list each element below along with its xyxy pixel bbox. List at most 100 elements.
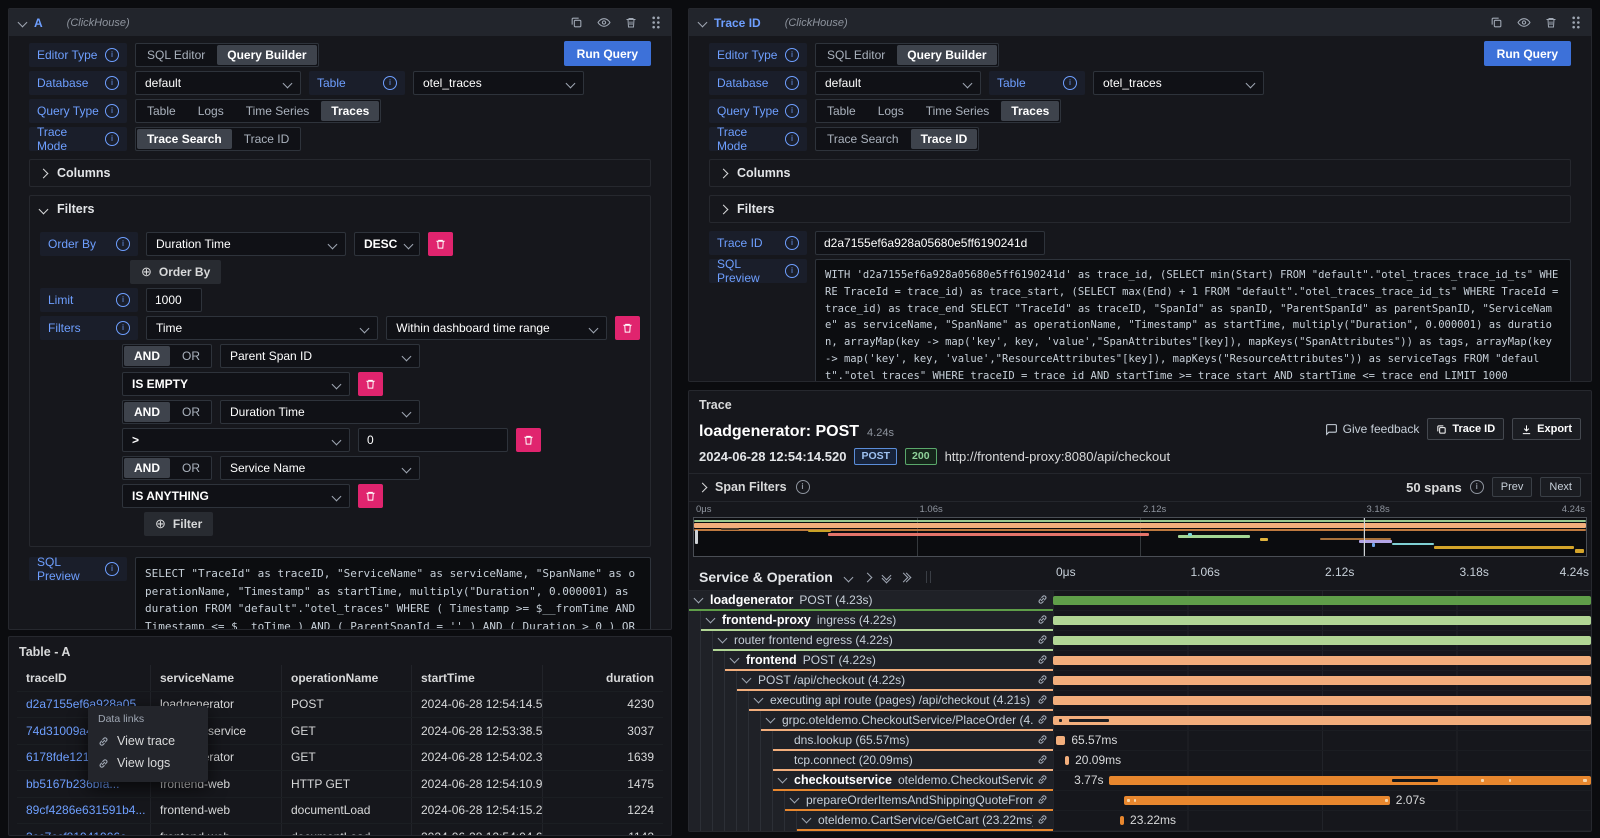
span-link-icon[interactable] (1033, 774, 1053, 785)
remove-filter-trash-icon[interactable] (358, 372, 383, 396)
span-gantt-cell[interactable] (1053, 711, 1591, 731)
hide-query-eye-icon[interactable] (597, 16, 611, 29)
table-select[interactable]: otel_traces (413, 71, 584, 95)
tab-sql-editor[interactable]: SQL Editor (136, 44, 216, 66)
span-row[interactable]: frontend-proxyingress (4.22s) (689, 611, 1591, 631)
span-name-cell[interactable]: grpc.oteldemo.CheckoutService/PlaceOrder… (689, 711, 1053, 731)
span-name-cell[interactable]: loadgeneratorPOST (4.23s) (689, 591, 1053, 611)
trace-minimap[interactable] (693, 517, 1587, 557)
delete-query-trash-icon[interactable] (1545, 16, 1557, 29)
hide-query-eye-icon[interactable] (1517, 16, 1531, 29)
give-feedback-button[interactable]: Give feedback (1325, 422, 1420, 436)
span-gantt-cell[interactable] (1053, 591, 1591, 611)
order-by-field-select[interactable]: Duration Time (146, 232, 346, 256)
remove-filter-trash-icon[interactable] (615, 316, 640, 340)
span-link-icon[interactable] (1033, 814, 1053, 825)
table-cell-traceID[interactable]: 89cf4286e631591b4... (17, 798, 151, 824)
database-select[interactable]: default (815, 71, 981, 95)
and-option[interactable]: AND (124, 402, 170, 422)
remove-filter-trash-icon[interactable] (516, 428, 541, 452)
span-name-cell[interactable]: frontend-proxyingress (4.22s) (689, 611, 1053, 631)
tab-sql-editor[interactable]: SQL Editor (816, 44, 896, 66)
span-link-icon[interactable] (1033, 614, 1053, 625)
span-link-icon[interactable] (1033, 674, 1053, 685)
tab-logs[interactable]: Logs (867, 100, 915, 122)
chevron-down-icon[interactable] (718, 634, 728, 644)
chevron-down-icon[interactable] (802, 814, 812, 824)
span-gantt-cell[interactable]: 3.77s (1053, 771, 1591, 791)
span-link-icon[interactable] (1033, 594, 1053, 605)
collapse-all-icon[interactable] (883, 574, 890, 580)
table-header-operationName[interactable]: operationName (282, 665, 412, 691)
chevron-down-icon[interactable] (790, 794, 800, 804)
filter-operator-select[interactable]: > (122, 428, 350, 452)
span-row[interactable]: router frontend egress (4.22s) (689, 631, 1591, 651)
chevron-down-icon[interactable] (778, 774, 788, 784)
chevron-right-icon[interactable] (698, 482, 708, 492)
or-option[interactable]: OR (171, 457, 211, 479)
span-row[interactable]: tcp.connect (20.09ms)20.09ms (689, 751, 1591, 771)
trace-id-copy-button[interactable]: Trace ID (1427, 418, 1504, 440)
tab-trace-search[interactable]: Trace Search (137, 129, 232, 149)
delete-query-trash-icon[interactable] (625, 16, 637, 29)
span-row[interactable]: prepareOrderItemsAndShippingQuoteFromCar… (689, 791, 1591, 811)
tab-time-series[interactable]: Time Series (235, 100, 321, 122)
trace-id-input[interactable]: d2a7155ef6a928a05680e5ff6190241d (815, 231, 1045, 255)
filter-field-select[interactable]: Duration Time (220, 400, 420, 424)
filter-field-select[interactable]: Time (146, 316, 378, 340)
span-link-icon[interactable] (1033, 714, 1053, 725)
span-gantt-cell[interactable] (1053, 671, 1591, 691)
limit-input[interactable]: 1000 (146, 288, 202, 312)
filter-operator-select[interactable]: IS ANYTHING (122, 484, 350, 508)
span-gantt-cell[interactable] (1053, 611, 1591, 631)
span-row[interactable]: frontendPOST (4.22s) (689, 651, 1591, 671)
span-gantt-cell[interactable] (1053, 631, 1591, 651)
column-resize-handle[interactable] (926, 571, 931, 583)
table-select[interactable]: otel_traces (1093, 71, 1264, 95)
view-logs-link[interactable]: View logs (98, 752, 198, 774)
tab-traces[interactable]: Traces (1001, 101, 1059, 121)
chevron-down-icon[interactable] (766, 714, 776, 724)
filter-field-select[interactable]: Service Name (220, 456, 420, 480)
span-gantt-cell[interactable]: 2.07s (1053, 791, 1591, 811)
span-filters-label[interactable]: Span Filters (715, 480, 787, 494)
chevron-down-icon[interactable] (706, 614, 716, 624)
run-query-button[interactable]: Run Query (564, 41, 651, 66)
duplicate-query-icon[interactable] (1490, 16, 1503, 29)
remove-order-by-trash-icon[interactable] (428, 232, 453, 256)
tab-table[interactable]: Table (816, 100, 867, 122)
remove-filter-trash-icon[interactable] (358, 484, 383, 508)
span-link-icon[interactable] (1033, 754, 1053, 765)
tab-traces[interactable]: Traces (321, 101, 379, 121)
database-select[interactable]: default (135, 71, 301, 95)
export-button[interactable]: Export (1512, 418, 1581, 440)
span-row[interactable]: loadgeneratorPOST (4.23s) (689, 591, 1591, 611)
add-filter-button[interactable]: ⊕Filter (144, 512, 213, 536)
span-link-icon[interactable] (1033, 654, 1053, 665)
tab-trace-id[interactable]: Trace ID (911, 129, 978, 149)
tab-query-builder[interactable]: Query Builder (897, 45, 996, 65)
table-header-duration[interactable]: duration (543, 665, 663, 691)
span-row[interactable]: checkoutserviceoteldemo.CheckoutService/… (689, 771, 1591, 791)
span-gantt-cell[interactable]: 20.09ms (1053, 751, 1591, 771)
filters-section-header[interactable]: Filters (40, 196, 640, 222)
columns-section-header[interactable]: Columns (40, 160, 640, 186)
chevron-down-icon[interactable] (730, 654, 740, 664)
query-ref[interactable]: Trace ID (714, 16, 761, 30)
tab-logs[interactable]: Logs (187, 100, 235, 122)
span-gantt-cell[interactable]: 23.22ms (1053, 811, 1591, 831)
order-direction-select[interactable]: DESC (354, 232, 420, 256)
span-link-icon[interactable] (1033, 634, 1053, 645)
and-option[interactable]: AND (124, 346, 170, 366)
span-gantt-cell[interactable] (1053, 831, 1591, 833)
panel-title[interactable]: Trace (689, 391, 1591, 416)
expand-one-icon[interactable] (864, 574, 871, 581)
span-name-cell[interactable]: oteldemo.CartService/GetCart (23.22ms) (689, 811, 1053, 831)
tab-table[interactable]: Table (136, 100, 187, 122)
span-row[interactable] (689, 831, 1591, 833)
span-name-cell[interactable]: prepareOrderItemsAndShippingQuoteFromCar… (689, 791, 1053, 811)
span-name-cell[interactable]: checkoutserviceoteldemo.CheckoutService/… (689, 771, 1053, 791)
collapse-query-icon[interactable] (698, 18, 708, 28)
table-cell-traceID[interactable]: 3cc7ccf81941906c... (17, 824, 151, 836)
run-query-button[interactable]: Run Query (1484, 41, 1571, 66)
